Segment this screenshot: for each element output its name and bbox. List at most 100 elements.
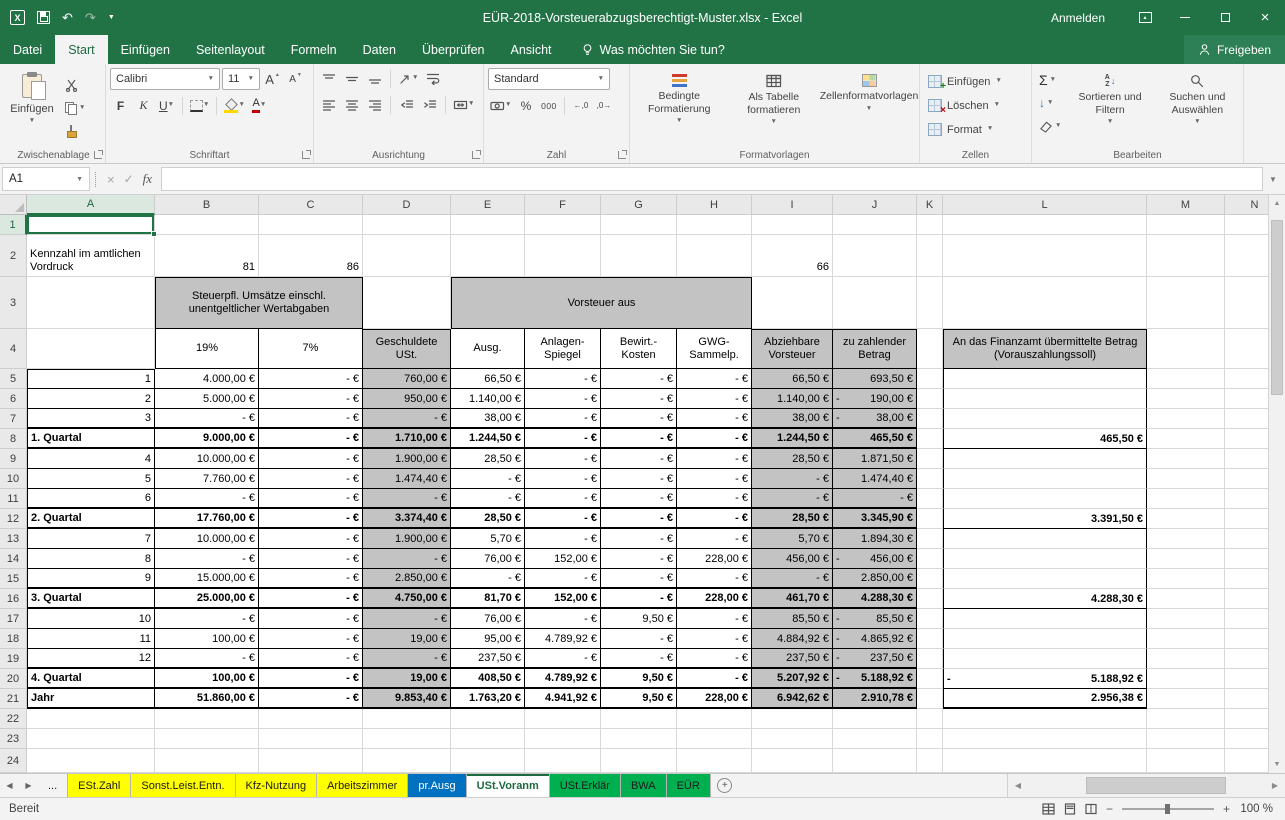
cell-J20[interactable]: -5.188,92 € [833,669,917,689]
row-header-12[interactable]: 12 [0,509,27,529]
paste-button[interactable]: Einfügen ▼ [6,68,58,146]
cell-L7[interactable] [943,409,1147,429]
cell-A5[interactable]: 1 [27,369,155,389]
font-family-select[interactable]: Calibri▼ [110,68,220,90]
cell-N21[interactable] [1225,689,1268,709]
cell-H24[interactable] [677,749,752,773]
row-header-6[interactable]: 6 [0,389,27,409]
cell-I14[interactable]: 456,00 € [752,549,833,569]
cell-B2[interactable]: 81 [155,235,259,277]
column-header-B[interactable]: B [155,195,259,215]
cell-N20[interactable] [1225,669,1268,689]
cell-E7[interactable]: 38,00 € [451,409,525,429]
ribbon-tab-einfügen[interactable]: Einfügen [108,35,183,64]
cell-A14[interactable]: 8 [27,549,155,569]
comma-style-button[interactable]: 000 [538,95,559,116]
cell-G21[interactable]: 9,50 € [601,689,677,709]
cell-J19[interactable]: -237,50 € [833,649,917,669]
cell-F24[interactable] [525,749,601,773]
cell-K19[interactable] [917,649,943,669]
sheet-tab-bwa[interactable]: BWA [621,774,667,797]
maximize-button[interactable] [1205,0,1245,35]
cell-N7[interactable] [1225,409,1268,429]
row-header-3[interactable]: 3 [0,277,27,329]
cell-L3[interactable] [943,277,1147,329]
cell-C9[interactable]: - € [259,449,363,469]
cell-J22[interactable] [833,709,917,729]
vertical-scrollbar[interactable]: ▲ ▼ [1268,195,1285,773]
new-sheet-button[interactable]: + [711,774,739,797]
delete-cells-button[interactable]: × Löschen ▼ [924,94,1027,117]
cell-F10[interactable]: - € [525,469,601,489]
cell-E9[interactable]: 28,50 € [451,449,525,469]
formula-bar-expand-button[interactable]: ▼ [1263,175,1283,184]
cell-N17[interactable] [1225,609,1268,629]
cell-A18[interactable]: 11 [27,629,155,649]
cell-G10[interactable]: - € [601,469,677,489]
cell-G16[interactable]: - € [601,589,677,609]
tellme-box[interactable]: Was möchten Sie tun? [581,35,725,64]
cell-K12[interactable] [917,509,943,529]
cell-F20[interactable]: 4.789,92 € [525,669,601,689]
underline-button[interactable]: U▼ [156,95,177,116]
cell-B16[interactable]: 25.000,00 € [155,589,259,609]
cell-L2[interactable] [943,235,1147,277]
row-header-5[interactable]: 5 [0,369,27,389]
cell-F17[interactable]: - € [525,609,601,629]
cell-N22[interactable] [1225,709,1268,729]
ribbon-tab-datei[interactable]: Datei [0,35,55,64]
cell-G6[interactable]: - € [601,389,677,409]
cell-D2[interactable] [363,235,451,277]
cell-N24[interactable] [1225,749,1268,773]
sort-filter-button[interactable]: AZ↓ Sortieren und Filtern ▼ [1068,68,1151,146]
insert-cells-button[interactable]: + Einfügen ▼ [924,70,1027,93]
cell-C4[interactable]: 7% [259,329,363,369]
cell-F7[interactable]: - € [525,409,601,429]
ribbon-display-options-button[interactable]: ▲ [1125,0,1165,35]
share-button[interactable]: Freigeben [1184,35,1285,64]
cell-K18[interactable] [917,629,943,649]
sheet-nav-left-button[interactable]: ◀ [0,774,19,797]
column-header-D[interactable]: D [363,195,451,215]
minimize-button[interactable] [1165,0,1205,35]
cell-L14[interactable] [943,549,1147,569]
cell-D20[interactable]: 19,00 € [363,669,451,689]
row-header-8[interactable]: 8 [0,429,27,449]
cell-M13[interactable] [1147,529,1225,549]
save-button[interactable] [37,11,50,24]
cell-F15[interactable]: - € [525,569,601,589]
cell-G4[interactable]: Bewirt.-Kosten [601,329,677,369]
cell-E17[interactable]: 76,00 € [451,609,525,629]
cell-H17[interactable]: - € [677,609,752,629]
cell-L10[interactable] [943,469,1147,489]
column-header-G[interactable]: G [601,195,677,215]
cell-N8[interactable] [1225,429,1268,449]
cell-A15[interactable]: 9 [27,569,155,589]
zoom-in-button[interactable]: + [1223,802,1230,816]
cell-B8[interactable]: 9.000,00 € [155,429,259,449]
cell-D1[interactable] [363,215,451,235]
cell-H18[interactable]: - € [677,629,752,649]
cell-H14[interactable]: 228,00 € [677,549,752,569]
cell-N2[interactable] [1225,235,1268,277]
cell-A20[interactable]: 4. Quartal [27,669,155,689]
cell-C10[interactable]: - € [259,469,363,489]
cell-B9[interactable]: 10.000,00 € [155,449,259,469]
cell-E15[interactable]: - € [451,569,525,589]
cell-M20[interactable] [1147,669,1225,689]
cell-N15[interactable] [1225,569,1268,589]
scroll-up-button[interactable]: ▲ [1269,195,1285,212]
cell-I24[interactable] [752,749,833,773]
cell-I7[interactable]: 38,00 € [752,409,833,429]
cell-I21[interactable]: 6.942,62 € [752,689,833,709]
cell-N10[interactable] [1225,469,1268,489]
select-all-corner[interactable] [0,195,27,215]
cell-I20[interactable]: 5.207,92 € [752,669,833,689]
cell-F4[interactable]: Anlagen-Spiegel [525,329,601,369]
formula-input[interactable] [161,167,1263,191]
cell-C11[interactable]: - € [259,489,363,509]
cell-N1[interactable] [1225,215,1268,235]
cell-I12[interactable]: 28,50 € [752,509,833,529]
cell-J14[interactable]: -456,00 € [833,549,917,569]
cell-C7[interactable]: - € [259,409,363,429]
